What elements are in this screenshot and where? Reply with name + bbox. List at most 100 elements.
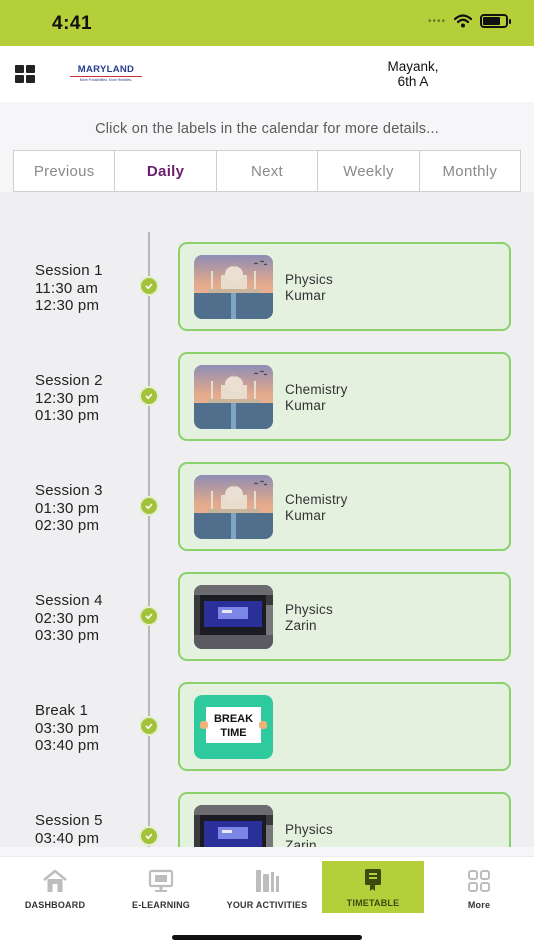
grid-menu-icon[interactable] bbox=[15, 65, 35, 83]
session-start: 03:30 pm bbox=[35, 719, 100, 737]
session-end: 02:30 pm bbox=[35, 517, 100, 534]
session-card[interactable]: Physics Zarin bbox=[178, 572, 511, 661]
taj-mahal-image bbox=[194, 255, 273, 319]
more-grid-icon bbox=[468, 870, 490, 892]
session-title: Session 1 bbox=[35, 262, 103, 279]
session-time-label: Session 5 03:40 pm bbox=[35, 812, 103, 847]
session-end: 12:30 pm bbox=[35, 297, 100, 314]
session-details: Physics Zarin bbox=[285, 602, 333, 633]
tab-dashboard[interactable]: DASHBOARD bbox=[0, 863, 110, 915]
session-card[interactable]: Chemistry Kumar bbox=[178, 462, 511, 551]
session-start: 12:30 pm bbox=[35, 389, 100, 407]
session-title: Session 2 bbox=[35, 372, 103, 389]
session-teacher: Kumar bbox=[285, 397, 326, 413]
tab-label: More bbox=[467, 900, 491, 910]
tab-next[interactable]: Next bbox=[217, 151, 319, 191]
session-details: Physics Kumar bbox=[285, 272, 333, 303]
session-subject: Physics bbox=[285, 602, 333, 617]
session-details: Chemistry Kumar bbox=[285, 492, 348, 523]
tab-label: E-LEARNING bbox=[132, 900, 190, 910]
session-time-label: Session 3 01:30 pm 02:30 pm bbox=[35, 482, 103, 535]
check-icon bbox=[139, 276, 159, 296]
session-start: 03:40 pm bbox=[35, 829, 100, 847]
app-header: MARYLAND More Possibilities. More Realit… bbox=[0, 46, 534, 102]
session-title: Session 4 bbox=[35, 592, 103, 609]
session-teacher: Zarin bbox=[285, 837, 317, 848]
check-icon bbox=[139, 386, 159, 406]
session-end: 03:40 pm bbox=[35, 737, 100, 754]
break-time-image: BREAK TIME bbox=[194, 695, 273, 759]
status-bar: 4:41 •••• bbox=[0, 0, 534, 46]
session-time-label: Session 4 02:30 pm 03:30 pm bbox=[35, 592, 103, 645]
session-title: Break 1 bbox=[35, 702, 89, 719]
session-start: 11:30 am bbox=[35, 279, 99, 297]
session-subject: Chemistry bbox=[285, 382, 348, 397]
session-subject: Chemistry bbox=[285, 492, 348, 507]
session-time-label: Break 1 03:30 pm 03:40 pm bbox=[35, 702, 99, 755]
session-subject: Physics bbox=[285, 272, 333, 287]
tab-label: TIMETABLE bbox=[346, 898, 400, 908]
laptop-screen-image bbox=[194, 585, 273, 649]
session-row: Session 1 11:30 am 12:30 pm Physics Kuma… bbox=[0, 242, 534, 332]
tab-label: YOUR ACTIVITIES bbox=[226, 900, 308, 910]
wifi-icon bbox=[454, 14, 472, 28]
session-teacher: Zarin bbox=[285, 617, 317, 633]
laptop-screen-image bbox=[194, 805, 273, 847]
tab-weekly[interactable]: Weekly bbox=[318, 151, 420, 191]
session-title: Session 3 bbox=[35, 482, 103, 499]
session-time-label: Session 1 11:30 am 12:30 pm bbox=[35, 262, 103, 315]
tab-daily[interactable]: Daily bbox=[115, 151, 217, 191]
school-logo: MARYLAND More Possibilities. More Realit… bbox=[70, 64, 142, 82]
tab-timetable[interactable]: TIMETABLE bbox=[322, 861, 424, 913]
taj-mahal-image bbox=[194, 475, 273, 539]
tab-previous[interactable]: Previous bbox=[14, 151, 116, 191]
session-subject: Physics bbox=[285, 822, 333, 837]
check-icon bbox=[139, 716, 159, 736]
session-row: Session 5 03:40 pm Physics Zarin bbox=[0, 792, 534, 847]
tab-more[interactable]: More bbox=[424, 863, 534, 915]
break-card[interactable]: BREAK TIME bbox=[178, 682, 511, 771]
tab-your-activities[interactable]: YOUR ACTIVITIES bbox=[212, 863, 322, 915]
session-start: 02:30 pm bbox=[35, 609, 100, 627]
calendar-hint: Click on the labels in the calendar for … bbox=[95, 121, 439, 137]
tab-label: DASHBOARD bbox=[24, 900, 86, 910]
session-card[interactable]: Chemistry Kumar bbox=[178, 352, 511, 441]
cellular-dots-icon: •••• bbox=[427, 15, 446, 27]
user-class: 6th A bbox=[397, 74, 429, 89]
timetable-timeline: Session 1 11:30 am 12:30 pm Physics Kuma… bbox=[0, 192, 534, 847]
check-icon bbox=[139, 496, 159, 516]
tab-monthly[interactable]: Monthly bbox=[420, 151, 520, 191]
session-end: 01:30 pm bbox=[35, 407, 100, 424]
session-card[interactable]: Physics Kumar bbox=[178, 242, 511, 331]
session-teacher: Kumar bbox=[285, 507, 326, 523]
battery-icon bbox=[480, 14, 511, 28]
taj-mahal-image bbox=[194, 365, 273, 429]
user-info: Mayank, 6th A bbox=[360, 59, 466, 89]
svg-text:TIME: TIME bbox=[220, 727, 246, 739]
session-row: Session 4 02:30 pm 03:30 pm Physics Zari… bbox=[0, 572, 534, 662]
session-details: Physics Zarin bbox=[285, 822, 333, 847]
home-indicator[interactable] bbox=[172, 935, 362, 940]
session-row: Session 3 01:30 pm 02:30 pm Chemistry Ku… bbox=[0, 462, 534, 552]
activities-icon bbox=[256, 870, 279, 892]
session-time-label: Session 2 12:30 pm 01:30 pm bbox=[35, 372, 103, 425]
check-icon bbox=[139, 606, 159, 626]
session-details: Chemistry Kumar bbox=[285, 382, 348, 413]
logo-name: MARYLAND bbox=[70, 64, 142, 77]
session-card[interactable]: Physics Zarin bbox=[178, 792, 511, 847]
tab-e-learning[interactable]: E-LEARNING bbox=[110, 863, 212, 915]
status-time: 4:41 bbox=[52, 13, 93, 34]
view-tabs: Previous Daily Next Weekly Monthly bbox=[13, 150, 521, 192]
svg-text:BREAK: BREAK bbox=[214, 713, 253, 725]
home-icon bbox=[43, 869, 67, 892]
break-row: Break 1 03:30 pm 03:40 pm BREAK TIME bbox=[0, 682, 534, 772]
session-row: Session 2 12:30 pm 01:30 pm Chemistry Ku… bbox=[0, 352, 534, 442]
session-title: Session 5 bbox=[35, 812, 103, 829]
status-icons: •••• bbox=[427, 14, 511, 28]
monitor-icon bbox=[148, 869, 174, 892]
session-start: 01:30 pm bbox=[35, 499, 100, 517]
book-icon bbox=[365, 869, 381, 891]
session-teacher: Kumar bbox=[285, 287, 326, 303]
logo-tagline: More Possibilities. More Realities. bbox=[79, 78, 133, 82]
user-name: Mayank, bbox=[387, 59, 439, 74]
